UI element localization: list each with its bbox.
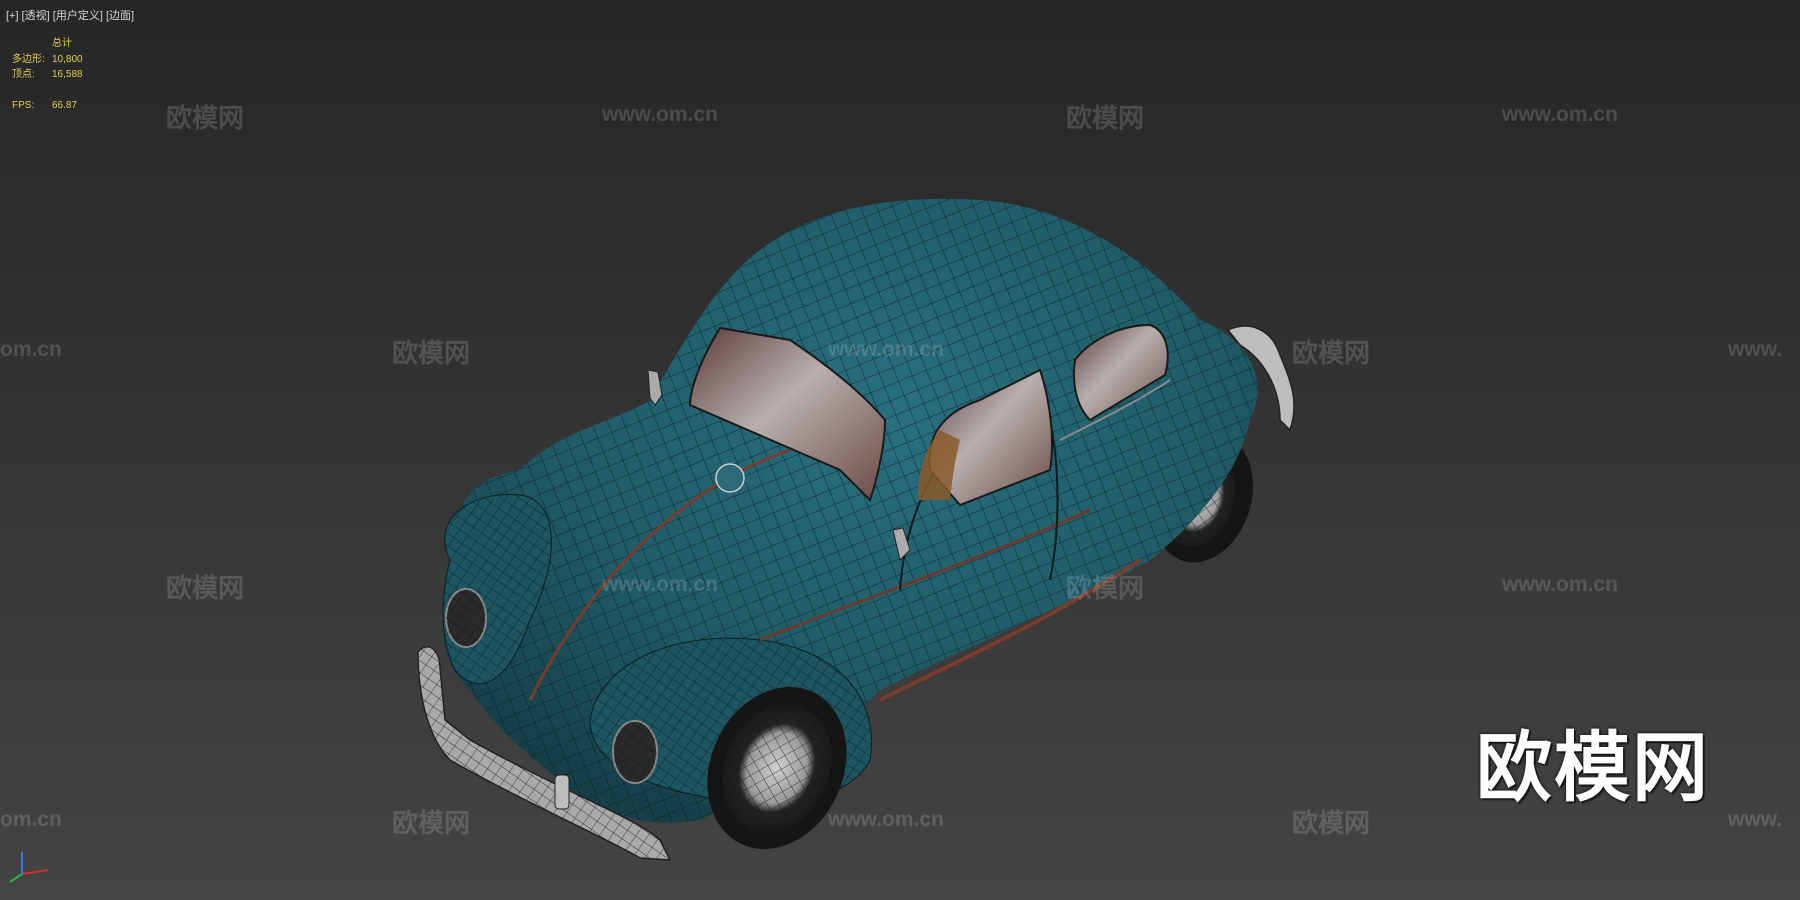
watermark-brand: 欧模网 — [1292, 338, 1371, 368]
watermark-url-partial: om.cn — [0, 808, 62, 831]
watermark-brand: 欧模网 — [1066, 573, 1145, 603]
watermark-brand: 欧模网 — [1066, 103, 1145, 133]
brand-logo-watermark: 欧模网 — [1476, 726, 1710, 811]
watermark-url: www.om.cn — [602, 103, 718, 126]
watermark-url-partial: www. — [1728, 338, 1783, 361]
watermark-brand: 欧模网 — [1292, 808, 1371, 838]
watermark-url-partial: om.cn — [0, 338, 62, 361]
watermark-url: www.om.cn — [1502, 103, 1618, 126]
watermark-url: www.om.cn — [828, 808, 944, 831]
axis-gizmo-icon — [9, 852, 49, 883]
watermark-brand: 欧模网 — [166, 573, 245, 603]
watermark-url: www.om.cn — [828, 338, 944, 361]
car-body — [442, 198, 1258, 823]
watermark-url-partial: www. — [1728, 808, 1783, 831]
watermark-brand: 欧模网 — [392, 808, 471, 838]
vw-emblem-icon — [715, 463, 745, 493]
watermark-brand: 欧模网 — [392, 338, 471, 368]
watermark-brand: 欧模网 — [166, 103, 245, 133]
watermark-url: www.om.cn — [1502, 573, 1618, 596]
watermark-url: www.om.cn — [602, 573, 718, 596]
